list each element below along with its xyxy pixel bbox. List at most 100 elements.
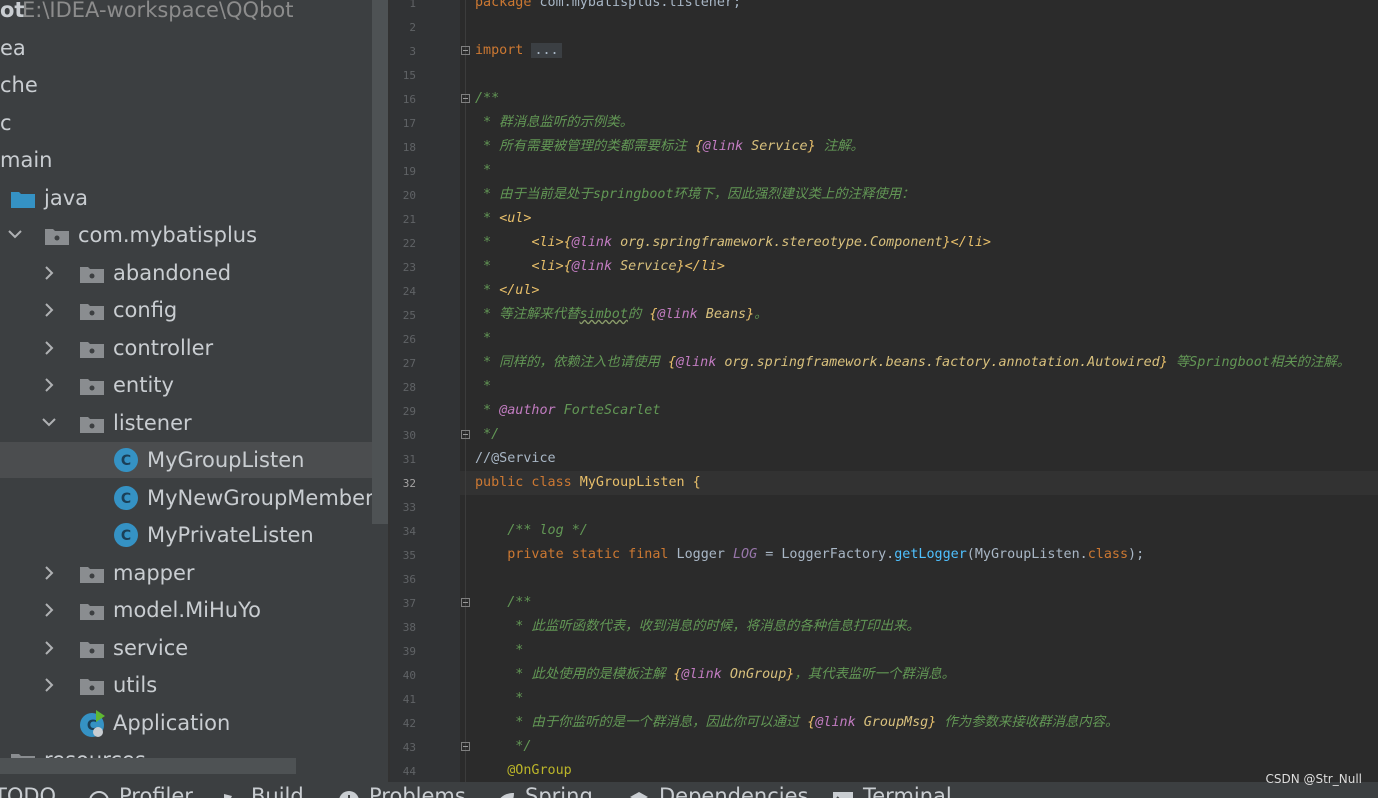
line-number: 16 — [402, 93, 416, 106]
tree-item-config[interactable]: config — [0, 292, 388, 328]
fold-toggle-icon[interactable] — [461, 430, 470, 439]
class-declaration: MyGroupListen { — [571, 475, 701, 490]
doc-text: * — [475, 403, 500, 418]
chevron-right-icon[interactable] — [39, 330, 59, 366]
tree-item-listener[interactable]: listener — [0, 405, 388, 441]
tree-item-label: c — [0, 111, 12, 135]
chevron-down-icon[interactable] — [5, 217, 25, 253]
html-tag: <ul> — [499, 211, 532, 226]
line-number: 41 — [402, 693, 416, 706]
tree-item-main[interactable]: main — [0, 142, 388, 178]
chevron-down-icon[interactable] — [39, 405, 59, 441]
folded-imports[interactable]: ... — [531, 43, 562, 58]
doc-brace: { — [667, 355, 676, 370]
tree-item-label: MyPrivateListen — [147, 523, 314, 547]
chevron-right-icon[interactable] — [39, 555, 59, 591]
tree-horizontal-scrollbar[interactable] — [0, 758, 296, 774]
tab-label: Profiler — [119, 784, 193, 798]
line-number: 25 — [402, 309, 416, 322]
code-line: * — [475, 379, 492, 394]
tree-item-label: ea — [0, 36, 26, 60]
code-editor[interactable]: 1 2 3 15 16 17 18 19 20 21 22 23 24 25 2… — [390, 0, 1378, 782]
method-call: getLogger — [894, 547, 967, 562]
chevron-right-icon[interactable] — [39, 292, 59, 328]
code-line: * 群消息监听的示例类。 — [475, 115, 634, 130]
line-number: 42 — [402, 717, 416, 730]
chevron-right-icon[interactable] — [39, 630, 59, 666]
tree-item-cache[interactable]: che — [0, 67, 388, 103]
tab-label: Build — [251, 784, 304, 798]
line-number: 43 — [402, 741, 416, 754]
chevron-right-icon[interactable] — [39, 667, 59, 703]
spring-boot-app-icon: C — [79, 710, 105, 737]
tree-item-model-mihuyo[interactable]: model.MiHuYo — [0, 592, 388, 628]
fold-toggle-icon[interactable] — [461, 598, 470, 607]
doc-link: Service — [612, 259, 677, 274]
svg-text:C: C — [121, 491, 131, 507]
line-number: 26 — [402, 333, 416, 346]
doc-link: GroupMsg — [855, 715, 929, 730]
tree-item-mynewgroupmemberlisten[interactable]: C MyNewGroupMemberListen — [0, 480, 388, 516]
fold-toggle-icon[interactable] — [461, 94, 470, 103]
code-line: * @author ForteScarlet — [475, 399, 660, 423]
doc-link: org.springframework.beans.factory.annota… — [716, 355, 1160, 370]
code-text: Logger — [668, 547, 733, 562]
tree-item-controller[interactable]: controller — [0, 330, 388, 366]
chevron-right-icon[interactable] — [39, 367, 59, 403]
project-header[interactable]: ot E:\IDEA-workspace\QQbot — [0, 0, 388, 28]
chevron-right-icon[interactable] — [39, 255, 59, 291]
fold-guide — [465, 0, 466, 782]
project-tree: ot E:\IDEA-workspace\QQbot ea che c main… — [0, 0, 388, 782]
doc-brace: { — [563, 259, 572, 274]
line-number-current: 32 — [402, 477, 416, 490]
tab-label: Terminal — [863, 784, 952, 798]
tree-item-label: model.MiHuYo — [113, 598, 262, 622]
fold-toggle-icon[interactable] — [461, 46, 470, 55]
tree-item-src[interactable]: c — [0, 105, 388, 141]
tree-item-mapper[interactable]: mapper — [0, 555, 388, 591]
tree-item-label: config — [113, 298, 178, 322]
code-line: * — [475, 643, 524, 658]
tree-item-label: entity — [113, 373, 174, 397]
tree-item-label: listener — [113, 411, 192, 435]
line-number: 28 — [402, 381, 416, 394]
doc-text: ，其代表监听一个群消息。 — [794, 667, 956, 682]
line-number: 19 — [402, 165, 416, 178]
line-number: 15 — [402, 69, 416, 82]
line-number: 24 — [402, 285, 416, 298]
doc-text: ForteScarlet — [555, 403, 661, 418]
tree-vertical-scrollbar[interactable] — [372, 0, 388, 524]
warning-icon — [338, 788, 360, 798]
tree-item-service[interactable]: service — [0, 630, 388, 666]
doc-text: 注解。 — [815, 139, 864, 154]
doc-text: 等Springboot相关的注解。 — [1167, 355, 1351, 370]
tree-item-label: service — [113, 636, 189, 660]
tree-item-entity[interactable]: entity — [0, 367, 388, 403]
tree-item-application[interactable]: C Application — [0, 705, 388, 741]
spring-icon — [494, 788, 516, 798]
tab-label: Dependencies — [659, 784, 809, 798]
code-line: * </ul> — [475, 279, 539, 303]
tree-item-abandoned[interactable]: abandoned — [0, 255, 388, 291]
doc-tag: @link — [571, 259, 613, 274]
doc-text: 。 — [754, 307, 768, 322]
keyword: public class — [475, 475, 572, 490]
code-text: com.mybatisplus.listener; — [531, 0, 742, 10]
code-text: ); — [1128, 547, 1145, 562]
code-line: * 由于当前是处于springboot环境下，因此强烈建议类上的注释使用： — [475, 187, 915, 202]
tree-item-mygrouplisten[interactable]: C MyGroupListen — [0, 442, 388, 478]
doc-text: * 由于你监听的是一个群消息，因此你可以通过 — [475, 715, 808, 730]
tree-item-com-mybatisplus[interactable]: com.mybatisplus — [0, 217, 388, 253]
project-name: ot — [0, 0, 25, 22]
code-line: * 此处使用的是模板注解 {@link OnGroup}，其代表监听一个群消息。 — [475, 663, 955, 687]
code-line: package com.mybatisplus.listener; — [475, 0, 741, 15]
tree-item-java[interactable]: java — [0, 180, 388, 216]
chevron-right-icon[interactable] — [39, 592, 59, 628]
code-text: = LoggerFactory. — [757, 547, 895, 562]
fold-toggle-icon[interactable] — [461, 742, 470, 751]
tree-item-idea[interactable]: ea — [0, 30, 388, 66]
tree-item-myprivatelisten[interactable]: C MyPrivateListen — [0, 517, 388, 553]
tree-item-utils[interactable]: utils — [0, 667, 388, 703]
line-number: 37 — [402, 597, 416, 610]
doc-link: Beans — [697, 307, 747, 322]
